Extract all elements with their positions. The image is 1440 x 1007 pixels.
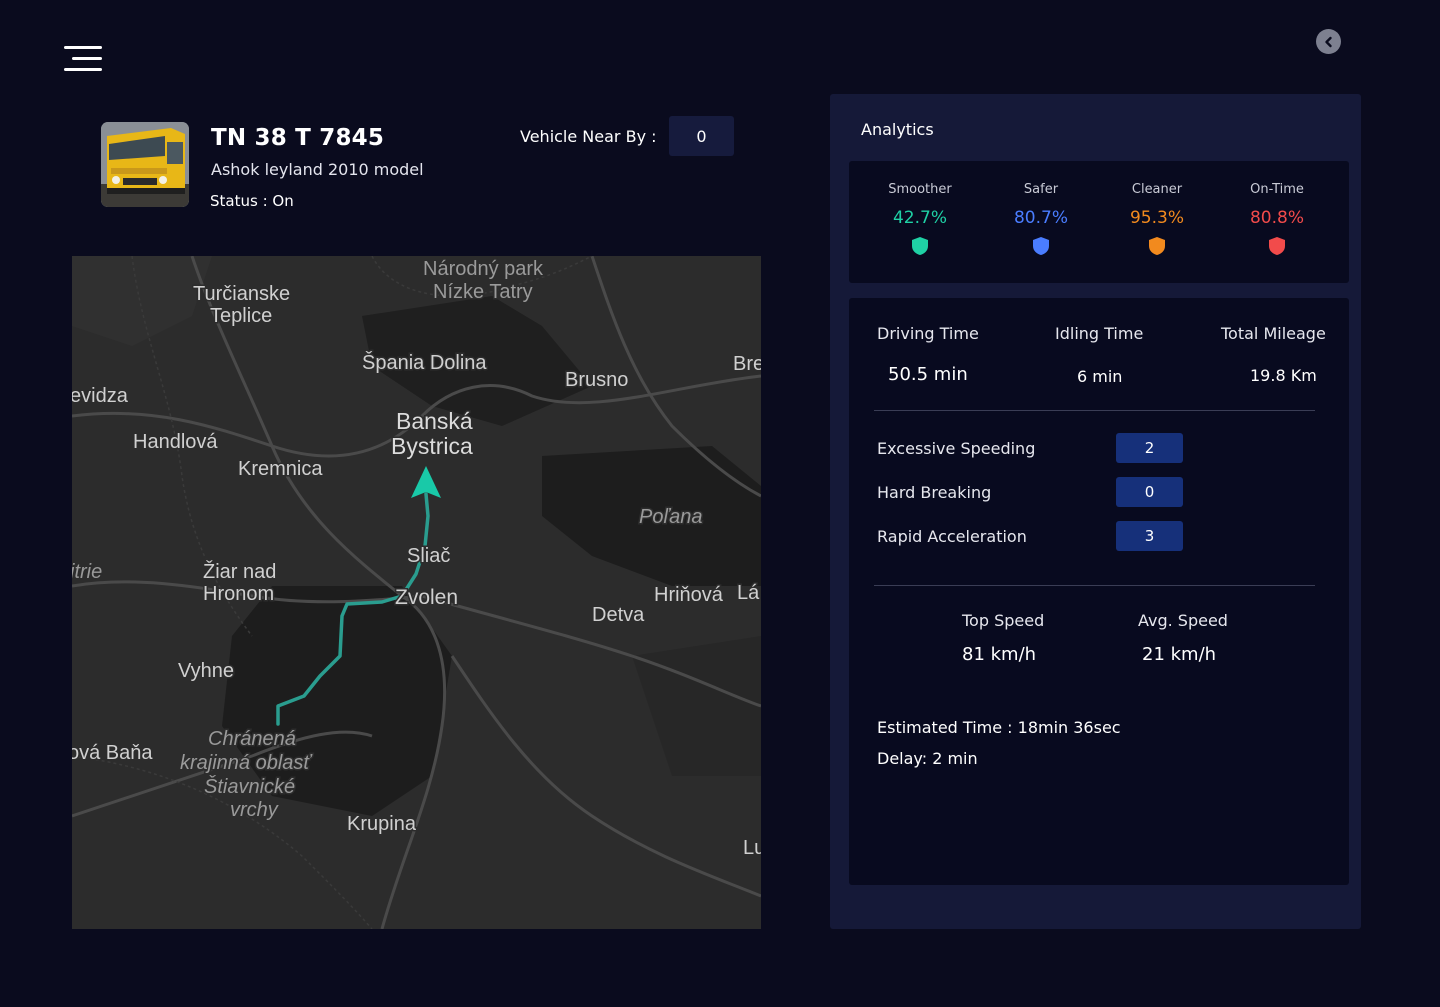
- map-label: Hriňová: [654, 584, 724, 606]
- score-label: On-Time: [1250, 182, 1304, 197]
- delay: Delay: 2 min: [877, 749, 978, 768]
- route-map[interactable]: Národný park Nízke Tatry Turčianske Tepl…: [72, 256, 761, 929]
- rapid-acceleration-label: Rapid Acceleration: [877, 527, 1027, 546]
- map-label: Sliač: [407, 545, 450, 567]
- score-value: 80.7%: [1013, 208, 1068, 228]
- map-label: Špania Dolina: [362, 351, 487, 374]
- score-label: Smoother: [888, 182, 952, 197]
- map-label: Bystrica: [391, 433, 473, 459]
- map-label: Teplice: [210, 305, 272, 327]
- shield-icon: [1149, 237, 1165, 255]
- vehicle-model: Ashok leyland 2010 model: [211, 160, 424, 179]
- shield-icon: [912, 237, 928, 255]
- excessive-speeding-count[interactable]: 2: [1116, 433, 1183, 463]
- chevron-left-icon[interactable]: [1316, 29, 1341, 54]
- score-value: 42.7%: [892, 208, 947, 228]
- top-speed-label: Top Speed: [962, 611, 1045, 630]
- shield-icon: [1269, 237, 1285, 255]
- avg-speed-value: 21 km/h: [1142, 644, 1217, 665]
- estimated-time: Estimated Time : 18min 36sec: [877, 718, 1121, 737]
- rapid-acceleration-count[interactable]: 3: [1116, 521, 1183, 551]
- map-label: krajinná oblasť: [180, 752, 313, 774]
- vehicle-near-by-value[interactable]: 0: [669, 116, 734, 156]
- map-label: Bre: [733, 353, 761, 375]
- analytics-title: Analytics: [861, 120, 934, 139]
- map-label: Krupina: [347, 813, 417, 835]
- shield-icon: [1033, 237, 1049, 255]
- map-label: Štiavnické: [204, 775, 295, 798]
- map-label: evidza: [72, 385, 129, 407]
- map-label: Brusno: [565, 369, 628, 391]
- score-label: Safer: [1023, 182, 1059, 197]
- map-label: Handlová: [133, 431, 218, 453]
- score-value: 95.3%: [1129, 208, 1184, 228]
- map-label: ová Baňa: [72, 742, 153, 764]
- trip-stats: Driving Time 50.5 min Idling Time 6 min …: [849, 298, 1349, 885]
- vehicle-thumbnail: [101, 122, 189, 207]
- map-label: Národný park: [423, 258, 544, 280]
- idling-time-value: 6 min: [1077, 367, 1123, 386]
- map-label: Kremnica: [238, 458, 323, 480]
- vehicle-plate: TN 38 T 7845: [211, 125, 385, 151]
- map-label: Hronom: [203, 583, 274, 605]
- analytics-panel: Analytics Smoother 42.7% Safer 80.7% Cle…: [830, 94, 1361, 929]
- score-label: Cleaner: [1131, 182, 1183, 197]
- map-label: vrchy: [230, 799, 279, 821]
- map-label: Detva: [592, 604, 645, 626]
- vehicle-near-by-label: Vehicle Near By :: [520, 127, 657, 146]
- map-label: Banská: [396, 408, 473, 434]
- vehicle-status: Status : On: [210, 192, 294, 210]
- idling-time-label: Idling Time: [1055, 324, 1144, 343]
- map-label: Lá: [737, 582, 760, 604]
- total-mileage-value: 19.8 Km: [1250, 366, 1317, 385]
- score-value: 80.8%: [1249, 208, 1304, 228]
- hard-breaking-label: Hard Breaking: [877, 483, 992, 502]
- map-label: Turčianske: [193, 283, 290, 305]
- map-label: Vyhne: [178, 660, 234, 682]
- map-label: Lu: [743, 837, 761, 859]
- map-label: Chránená: [208, 728, 296, 750]
- map-label: Nízke Tatry: [433, 281, 533, 303]
- divider: [874, 585, 1315, 586]
- hamburger-menu-icon[interactable]: [64, 46, 104, 74]
- avg-speed-label: Avg. Speed: [1138, 611, 1228, 630]
- divider: [874, 410, 1315, 411]
- map-label: Poľana: [639, 506, 702, 528]
- driving-time-value: 50.5 min: [888, 364, 968, 385]
- map-label: Žiar nad: [203, 560, 276, 583]
- top-speed-value: 81 km/h: [962, 644, 1037, 665]
- map-label: Zvolen: [395, 586, 458, 609]
- hard-breaking-count[interactable]: 0: [1116, 477, 1183, 507]
- total-mileage-label: Total Mileage: [1221, 324, 1326, 343]
- map-label: itrie: [72, 561, 102, 583]
- driving-time-label: Driving Time: [877, 324, 979, 343]
- score-cards: Smoother 42.7% Safer 80.7% Cleaner 95.3%…: [849, 161, 1349, 283]
- excessive-speeding-label: Excessive Speeding: [877, 439, 1036, 458]
